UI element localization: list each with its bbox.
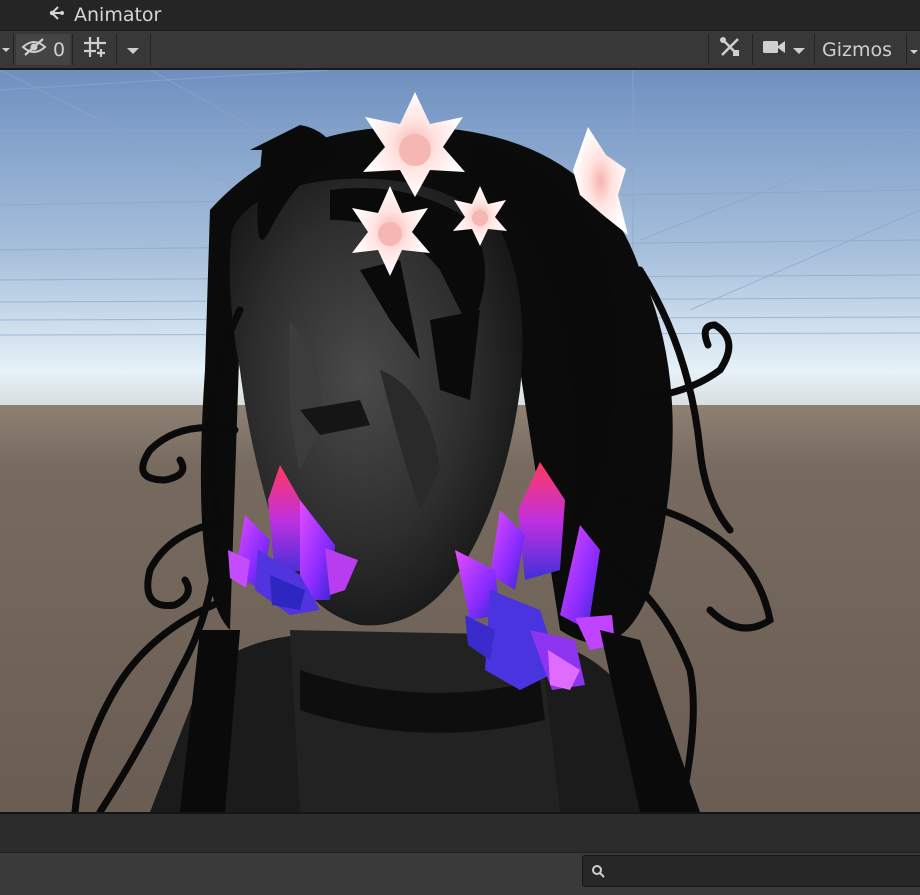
- chevron-down-icon: [792, 39, 806, 61]
- grid-snap-button[interactable]: [76, 34, 114, 65]
- search-icon: [591, 864, 605, 878]
- gizmos-dropdown[interactable]: [908, 34, 920, 65]
- scene-visibility-toggle[interactable]: 0: [16, 34, 70, 65]
- bottom-panel: [0, 852, 920, 895]
- hidden-eye-icon: [21, 37, 47, 62]
- animator-icon: [48, 4, 68, 27]
- timeline-strip: [0, 812, 920, 854]
- chevron-down-icon: [126, 39, 140, 61]
- chevron-down-icon: [909, 39, 919, 61]
- scene-viewport[interactable]: [0, 70, 920, 812]
- camera-icon: [762, 38, 786, 61]
- toolbar-dropdown-left[interactable]: [0, 34, 12, 65]
- search-field[interactable]: [582, 855, 920, 887]
- scene-render: [0, 70, 920, 812]
- grid-dropdown[interactable]: [118, 34, 148, 65]
- tab-label: Animator: [74, 4, 162, 26]
- camera-settings-button[interactable]: [756, 34, 812, 65]
- tab-animator[interactable]: Animator: [40, 0, 169, 30]
- search-input[interactable]: [611, 862, 905, 880]
- gizmos-button[interactable]: Gizmos: [816, 34, 910, 65]
- window-tab-bar: Animator: [0, 0, 920, 31]
- hidden-count: 0: [52, 38, 66, 61]
- tools-icon: [718, 35, 742, 64]
- tools-button[interactable]: [710, 34, 750, 65]
- grid-icon: [82, 35, 108, 64]
- scene-toolbar: 0 Gizmos: [0, 31, 920, 70]
